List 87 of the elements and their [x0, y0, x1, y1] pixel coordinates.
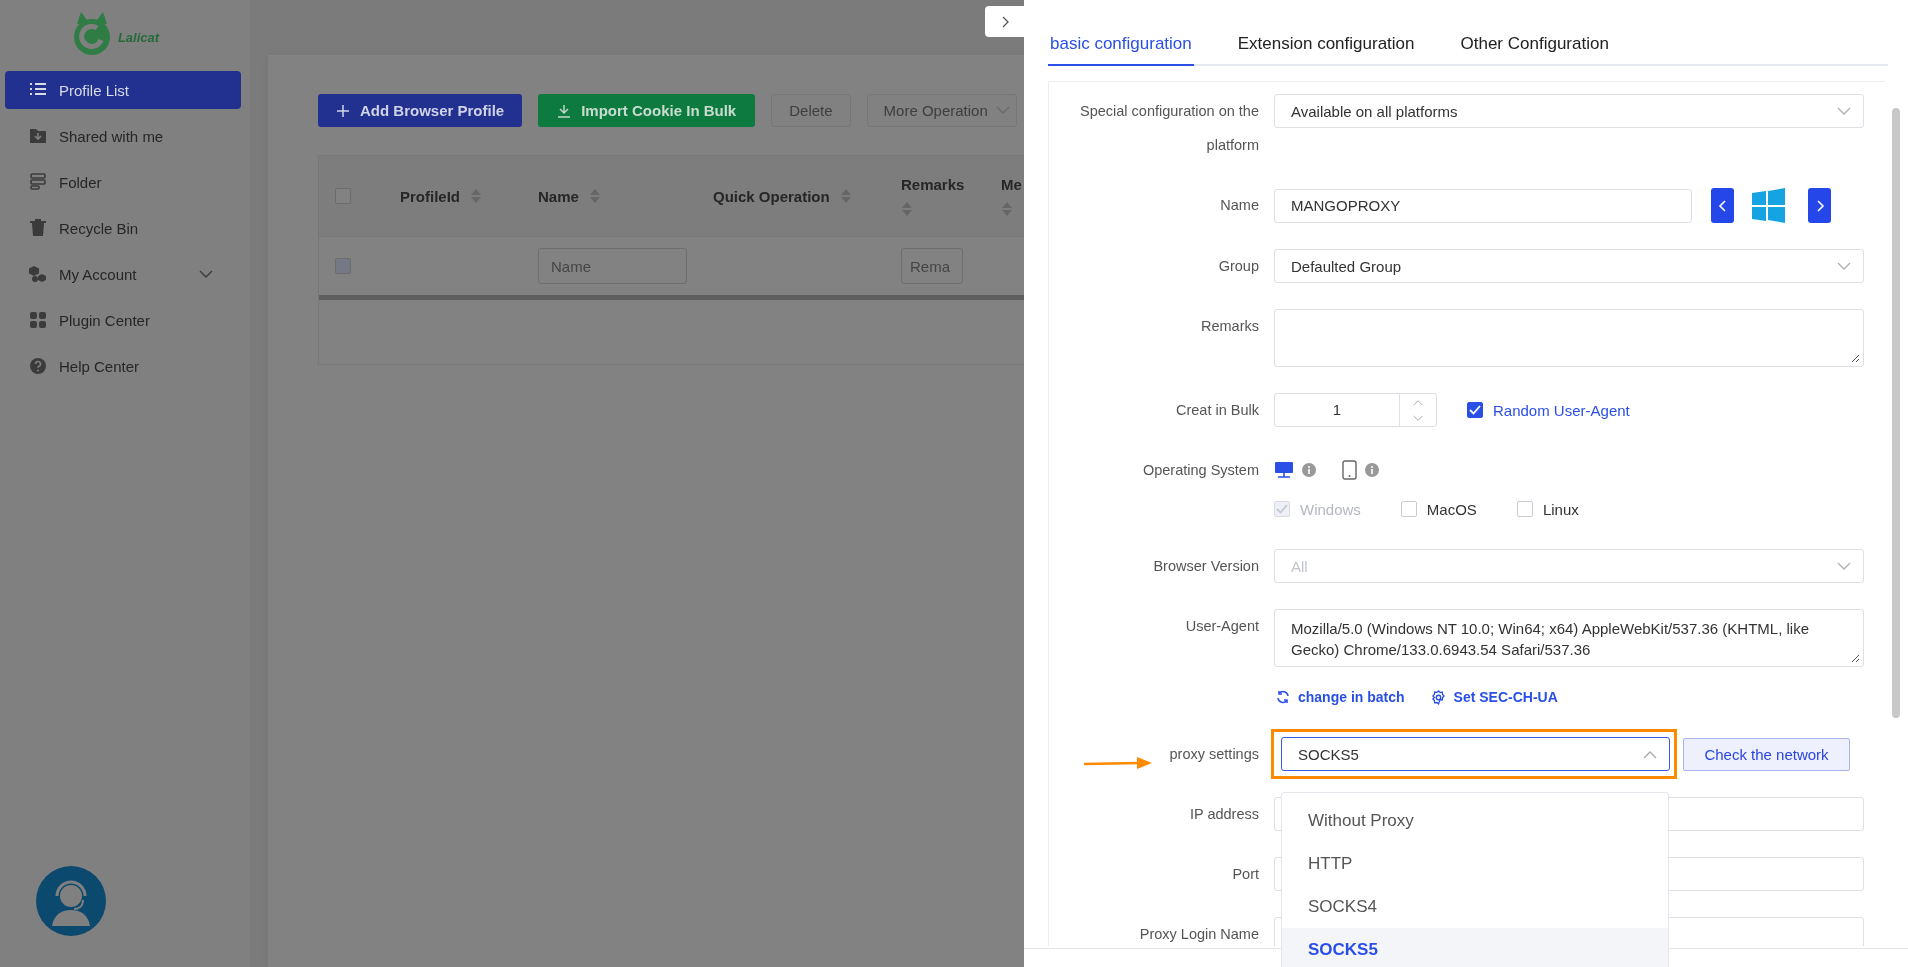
checkbox[interactable]	[1467, 402, 1483, 418]
chevron-up-icon[interactable]	[1643, 749, 1657, 759]
resize-handle-icon[interactable]	[1851, 354, 1860, 363]
select-field[interactable]: Available on all platforms	[1274, 94, 1864, 128]
sort-icon[interactable]	[839, 188, 852, 204]
sidebar-item[interactable]: My Account	[5, 255, 241, 293]
info-icon[interactable]	[1302, 463, 1316, 477]
stepper-up-icon[interactable]	[1413, 398, 1423, 406]
textarea-field[interactable]: Mozilla/5.0 (Windows NT 10.0; Win64; x64) AppleWebKit/537.36 (KHTML, like Gecko) Chrome/133.0.6943.54 Safari/537.36	[1274, 609, 1864, 667]
link[interactable]: Set SEC-CH-UA	[1453, 689, 1558, 705]
resize-handle-icon[interactable]	[1851, 654, 1860, 663]
checkbox-label: Random User-Agent	[1493, 401, 1630, 419]
column-header: Remarks	[901, 175, 965, 193]
text-field[interactable]: MANGOPROXY	[1274, 188, 1692, 223]
help-icon	[29, 357, 47, 375]
field-label: Group	[1218, 258, 1259, 274]
toolbar-button[interactable]: Add Browser Profile	[318, 94, 523, 127]
field-label: Name	[1220, 197, 1259, 213]
sidebar-item[interactable]: Plugin Center	[5, 301, 241, 339]
chevron-down-icon[interactable]	[1837, 561, 1851, 571]
grid-icon	[29, 311, 47, 329]
dropdown-option[interactable]: Without Proxy	[1282, 799, 1668, 842]
sort-icon[interactable]	[588, 188, 601, 204]
next-button[interactable]	[1808, 188, 1831, 223]
link[interactable]: change in batch	[1298, 689, 1405, 705]
collapse-button[interactable]	[985, 6, 1024, 37]
column-header: ProfileId	[400, 187, 460, 205]
download-icon	[557, 103, 572, 118]
sidebar-item[interactable]: Help Center	[5, 347, 241, 385]
field-label: Proxy Login Name	[1139, 926, 1259, 942]
desktop-icon[interactable]	[1274, 461, 1294, 479]
field-label: Port	[1232, 866, 1259, 882]
check-network-button[interactable]: Check the network	[1683, 737, 1850, 771]
checkbox-label: Linux	[1542, 500, 1579, 518]
field-label: Special configuration on the platform	[1080, 103, 1259, 153]
column-header: Name	[538, 187, 579, 205]
mobile-icon[interactable]	[1342, 460, 1357, 480]
chevron-down-icon[interactable]	[1837, 106, 1851, 116]
windows-icon	[1751, 188, 1786, 223]
sidebar-item[interactable]: Folder	[5, 163, 241, 201]
info-icon[interactable]	[1365, 463, 1379, 477]
logo-text: Lalicat	[117, 29, 160, 45]
refresh-icon	[1276, 690, 1290, 704]
dropdown-option[interactable]: HTTP	[1282, 842, 1668, 885]
field-label: Browser Version	[1153, 558, 1259, 574]
sort-icon[interactable]	[1001, 200, 1013, 217]
column-header: Quick Operation	[713, 187, 830, 205]
chevron-down-icon[interactable]	[199, 269, 213, 279]
chevron-left-icon	[1717, 198, 1728, 213]
chevron-down-icon[interactable]	[1837, 261, 1851, 271]
toolbar-button[interactable]: Import Cookie In Bulk	[538, 94, 756, 127]
sidebar-item[interactable]: Recycle Bin	[5, 209, 241, 247]
tab[interactable]: basic configuration	[1048, 34, 1194, 66]
tab[interactable]: Other Configuration	[1458, 34, 1611, 66]
field-label: Remarks	[1201, 318, 1259, 334]
select-field[interactable]: Defaulted Group	[1274, 249, 1864, 283]
stepper-down-icon[interactable]	[1413, 414, 1423, 422]
field-label: proxy settings	[1169, 746, 1259, 762]
select-field[interactable]: SOCKS5	[1281, 737, 1670, 771]
column-header: Me	[1001, 175, 1022, 193]
field-label: Creat in Bulk	[1176, 402, 1259, 418]
checkbox-label: MacOS	[1426, 500, 1477, 518]
sort-icon[interactable]	[470, 188, 482, 204]
field-label: Operating System	[1142, 462, 1259, 478]
cubes-icon	[29, 265, 47, 283]
plus-icon	[336, 103, 350, 118]
annotation-arrow	[1083, 756, 1153, 770]
settings-icon	[1430, 689, 1446, 705]
dropdown-option[interactable]: SOCKS5	[1282, 928, 1668, 967]
chevron-right-icon	[1814, 198, 1825, 213]
trash-icon	[29, 219, 47, 237]
scrollbar-thumb[interactable]	[1892, 108, 1900, 718]
sort-icon[interactable]	[901, 200, 913, 217]
field-label: User-Agent	[1185, 618, 1259, 634]
chevron-right-icon	[1000, 15, 1009, 28]
tab[interactable]: Extension configuration	[1235, 34, 1417, 66]
textarea-field[interactable]	[1274, 309, 1864, 367]
dropdown-option[interactable]: SOCKS4	[1282, 885, 1668, 928]
download-folder-icon	[29, 127, 47, 145]
sidebar-item[interactable]: Profile List	[5, 71, 241, 109]
stack-icon	[29, 173, 47, 191]
previous-button[interactable]	[1711, 188, 1734, 223]
sidebar-item[interactable]: Shared with me	[5, 117, 241, 155]
field-label: IP address	[1189, 806, 1259, 822]
number-field[interactable]: 1	[1274, 393, 1437, 427]
checkbox-label: Windows	[1300, 500, 1361, 518]
support-agent-icon[interactable]	[36, 866, 106, 936]
